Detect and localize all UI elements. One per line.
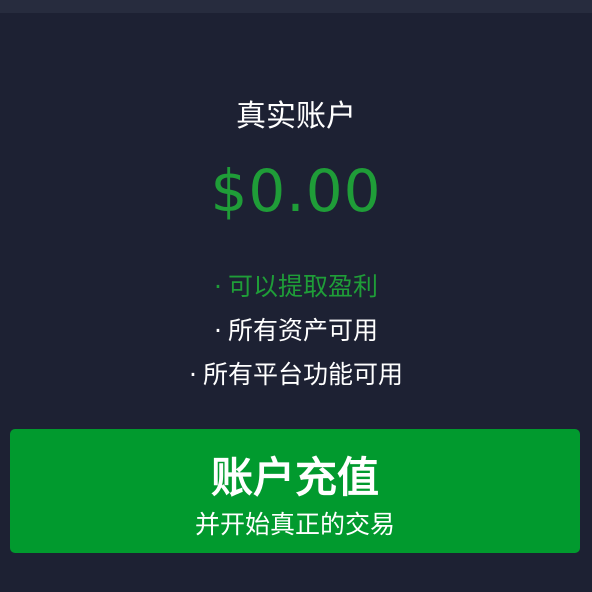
bullet-icon: · — [214, 272, 222, 301]
feature-item-all-platform-features: · 所有平台功能可用 — [0, 353, 592, 397]
feature-label: 可以提取盈利 — [227, 272, 378, 301]
bullet-icon: · — [214, 316, 222, 345]
feature-label: 所有资产可用 — [227, 316, 378, 345]
deposit-button-sublabel: 并开始真正的交易 — [194, 510, 395, 539]
top-bar — [0, 0, 592, 13]
feature-label: 所有平台功能可用 — [202, 360, 403, 389]
account-type-title: 真实账户 — [236, 99, 356, 134]
deposit-button-label: 账户充值 — [210, 453, 379, 502]
deposit-button[interactable]: 账户充值 并开始真正的交易 — [10, 429, 580, 553]
account-balance: $0.00 — [210, 157, 382, 225]
feature-item-all-assets: · 所有资产可用 — [0, 309, 592, 353]
feature-list: · 可以提取盈利 · 所有资产可用 · 所有平台功能可用 — [0, 265, 592, 397]
bullet-icon: · — [189, 360, 197, 389]
feature-item-withdraw-profits: · 可以提取盈利 — [0, 265, 592, 309]
